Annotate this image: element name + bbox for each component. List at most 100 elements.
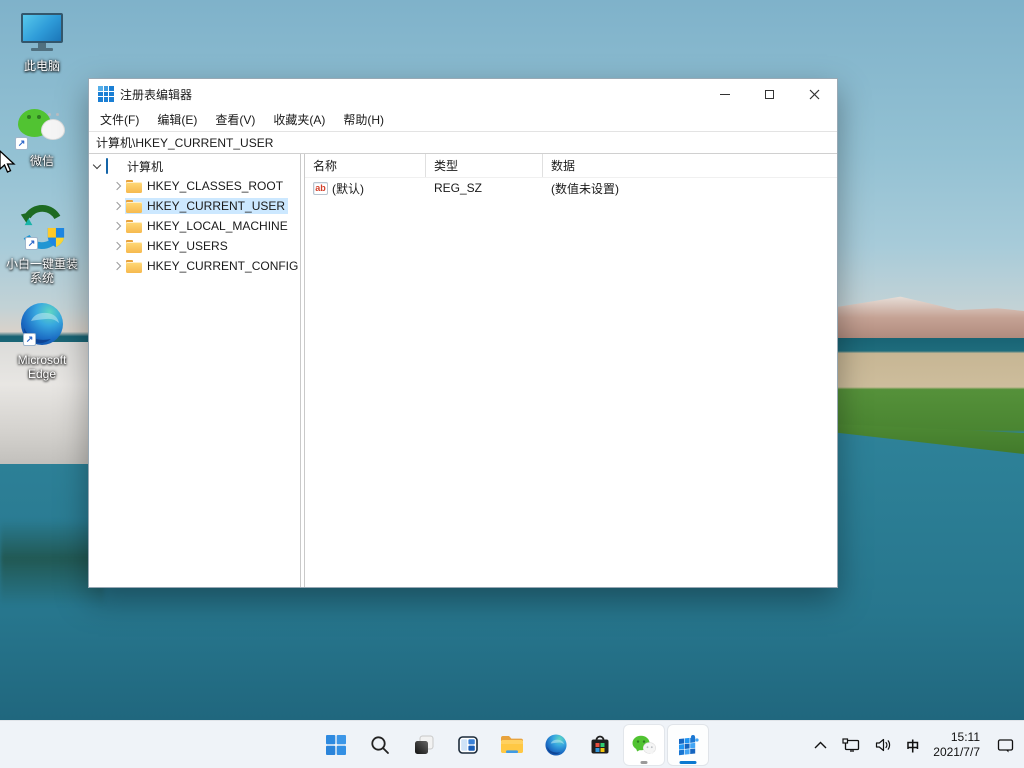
tree-item-label: HKEY_LOCAL_MACHINE: [147, 219, 288, 233]
table-row[interactable]: ab (默认) REG_SZ (数值未设置): [305, 178, 837, 198]
folder-icon: [126, 239, 142, 253]
column-header-data[interactable]: 数据: [543, 154, 837, 177]
active-indicator: [679, 761, 697, 764]
tree-item-label: HKEY_CURRENT_USER: [147, 199, 286, 213]
desktop-icon-label: 微信: [29, 154, 54, 168]
notification-icon: [997, 738, 1014, 752]
list-header: 名称 类型 数据: [305, 154, 837, 178]
notification-center-button[interactable]: [993, 734, 1018, 757]
wechat-taskbar-button[interactable]: [624, 725, 664, 765]
folder-icon: [126, 179, 142, 193]
search-button[interactable]: [360, 725, 400, 765]
shortcut-arrow-icon: ↗: [25, 237, 38, 250]
minimize-button[interactable]: [702, 79, 747, 109]
microsoft-store-button[interactable]: [580, 725, 620, 765]
network-button[interactable]: [838, 734, 864, 756]
chevron-right-icon[interactable]: [109, 218, 125, 234]
computer-icon: [106, 158, 122, 174]
wallpaper-grass: [834, 424, 1024, 454]
edge-taskbar-button[interactable]: [536, 725, 576, 765]
microsoft-store-icon: [591, 735, 609, 754]
titlebar[interactable]: 注册表编辑器: [89, 79, 837, 109]
wechat-icon: [632, 735, 656, 755]
maximize-icon: [765, 89, 774, 99]
tree-item-label: 计算机: [127, 159, 164, 174]
folder-icon: [126, 199, 142, 213]
tree-item-hkey-classes-root[interactable]: HKEY_CLASSES_ROOT: [89, 176, 300, 196]
regedit-app-icon: [98, 86, 114, 102]
clock[interactable]: 15:11 2021/7/7: [929, 730, 986, 760]
address-bar[interactable]: 计算机\HKEY_CURRENT_USER: [89, 131, 837, 154]
file-explorer-button[interactable]: [492, 725, 532, 765]
tree-item-label: HKEY_CURRENT_CONFIG: [147, 259, 299, 273]
maximize-button[interactable]: [747, 79, 792, 109]
search-icon: [371, 736, 389, 754]
task-view-icon: [415, 735, 434, 754]
regedit-window: 注册表编辑器 文件(F) 编辑(E) 查看(V) 收藏夹(A) 帮助(H) 计算…: [88, 78, 838, 588]
widgets-button[interactable]: [448, 725, 488, 765]
file-explorer-icon: [501, 736, 523, 753]
menu-help[interactable]: 帮助(H): [334, 109, 393, 131]
ime-indicator[interactable]: 中: [903, 732, 922, 759]
tray-overflow-button[interactable]: [810, 737, 831, 753]
taskbar: 中 15:11 2021/7/7: [0, 720, 1024, 768]
regedit-icon: [679, 735, 699, 756]
tree-item-label: HKEY_USERS: [147, 239, 228, 253]
menu-edit[interactable]: 编辑(E): [148, 109, 206, 131]
regedit-taskbar-button[interactable]: [668, 725, 708, 765]
tree-item-hkey-local-machine[interactable]: HKEY_LOCAL_MACHINE: [89, 216, 300, 236]
windows-logo-icon: [326, 735, 346, 755]
speaker-icon: [876, 738, 891, 752]
menubar: 文件(F) 编辑(E) 查看(V) 收藏夹(A) 帮助(H): [89, 109, 837, 131]
edge-icon: ↗: [17, 298, 67, 350]
tree-item-computer[interactable]: 计算机: [89, 156, 300, 176]
menu-view[interactable]: 查看(V): [206, 109, 264, 131]
start-button[interactable]: [316, 725, 356, 765]
volume-button[interactable]: [871, 734, 896, 756]
this-pc-icon: [17, 8, 67, 56]
wechat-icon: ↗: [15, 103, 67, 151]
widgets-icon: [458, 736, 478, 754]
menu-file[interactable]: 文件(F): [91, 109, 148, 131]
shortcut-arrow-icon: ↗: [15, 137, 28, 150]
folder-icon: [126, 219, 142, 233]
chevron-right-icon[interactable]: [109, 178, 125, 194]
tree-item-hkey-users[interactable]: HKEY_USERS: [89, 236, 300, 256]
address-path: 计算机\HKEY_CURRENT_USER: [96, 136, 274, 150]
column-header-name[interactable]: 名称: [305, 154, 426, 177]
network-icon: [842, 738, 860, 752]
menu-favorites[interactable]: 收藏夹(A): [264, 109, 334, 131]
chevron-down-icon[interactable]: [89, 158, 105, 174]
desktop-icon-this-pc[interactable]: 此电脑: [0, 8, 84, 73]
tree-item-hkey-current-config[interactable]: HKEY_CURRENT_CONFIG: [89, 256, 300, 276]
desktop-icon-edge[interactable]: ↗ Microsoft Edge: [0, 298, 84, 381]
chevron-up-icon: [814, 741, 827, 749]
tree-item-label: HKEY_CLASSES_ROOT: [147, 179, 284, 193]
value-list: 名称 类型 数据 ab (默认) REG_SZ (数值未设置): [305, 154, 837, 587]
close-icon: [809, 89, 820, 99]
value-type: REG_SZ: [434, 181, 483, 195]
task-view-button[interactable]: [404, 725, 444, 765]
clock-date: 2021/7/7: [933, 745, 980, 759]
desktop-icon-xiaobai-reinstall[interactable]: ↗ 小白一键重装 系统: [0, 200, 84, 285]
minimize-icon: [719, 93, 730, 95]
registry-tree: 计算机 HKEY_CLASSES_ROOT HKEY_CURRENT_USER: [89, 154, 300, 587]
running-indicator: [640, 761, 648, 764]
value-name: (默认): [332, 181, 364, 196]
value-data: (数值未设置): [551, 181, 619, 196]
clock-time: 15:11: [950, 730, 980, 744]
edge-icon: [545, 734, 567, 756]
chevron-right-icon[interactable]: [109, 198, 125, 214]
chevron-right-icon[interactable]: [109, 258, 125, 274]
chevron-right-icon[interactable]: [109, 238, 125, 254]
mouse-cursor: [0, 150, 16, 174]
xiaobai-reinstall-icon: ↗: [17, 200, 67, 254]
tree-item-hkey-current-user[interactable]: HKEY_CURRENT_USER: [89, 196, 300, 216]
desktop-icon-label: 小白一键重装 系统: [5, 257, 78, 285]
shortcut-arrow-icon: ↗: [23, 333, 36, 346]
desktop-icon-label: Microsoft Edge: [17, 353, 67, 381]
close-button[interactable]: [792, 79, 837, 109]
column-header-type[interactable]: 类型: [426, 154, 543, 177]
folder-icon: [126, 259, 142, 273]
window-title: 注册表编辑器: [120, 87, 193, 102]
